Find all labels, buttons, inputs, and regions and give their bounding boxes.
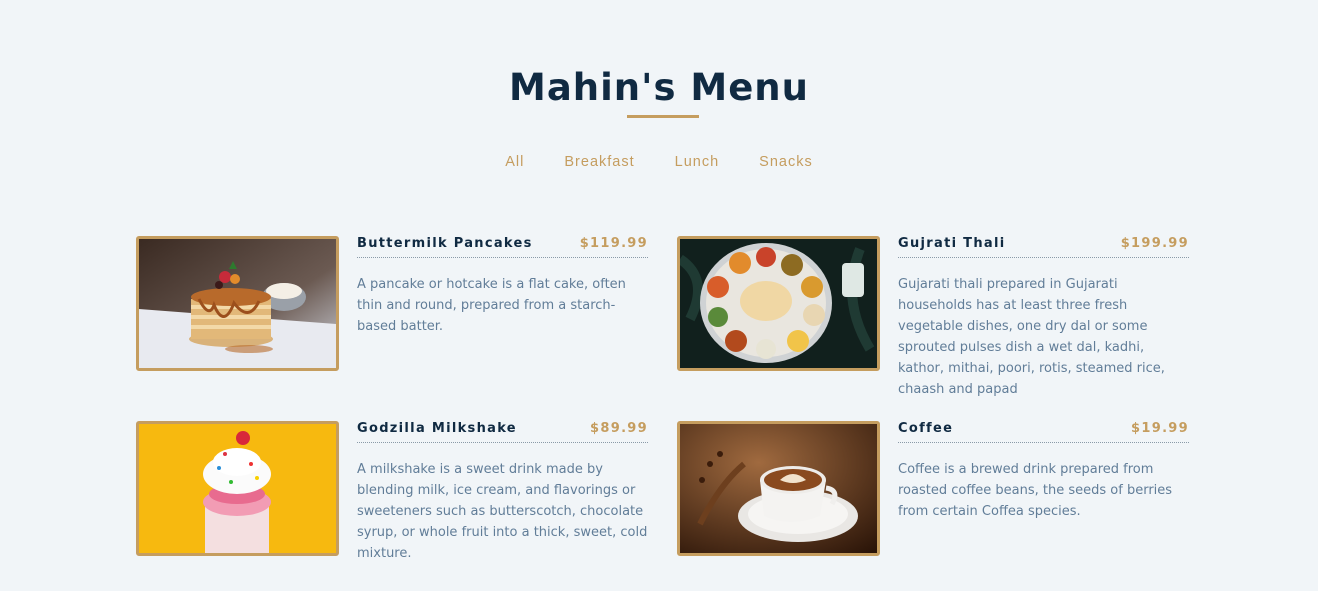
item-header: Gujrati Thali $199.99 [898,236,1189,258]
item-description: Gujarati thali prepared in Gujarati hous… [898,277,1165,397]
item-description: A pancake or hotcake is a flat cake, oft… [357,277,626,334]
pancakes-photo [136,236,339,371]
item-header: Godzilla Milkshake $89.99 [357,421,648,443]
item-price: $199.99 [1120,236,1189,251]
item-name: Godzilla Milkshake [357,421,517,436]
title-underline [627,115,699,118]
item-header: Coffee $19.99 [898,421,1189,443]
item-name: Gujrati Thali [898,236,1006,251]
item-price: $89.99 [590,421,648,436]
coffee-photo [677,421,880,556]
item-header: Buttermilk Pancakes $119.99 [357,236,648,258]
menu-item: Buttermilk Pancakes $119.99 A pancake or… [136,236,648,376]
filter-bar: All Breakfast Lunch Snacks [0,154,1318,170]
item-info: Gujrati Thali $199.99 Gujarati thali pre… [898,236,1189,400]
filter-lunch-button[interactable]: Lunch [655,154,740,170]
item-name: Buttermilk Pancakes [357,236,533,251]
filter-all-button[interactable]: All [485,154,544,170]
thali-photo [677,236,880,371]
item-description: A milkshake is a sweet drink made by ble… [357,462,648,561]
item-info: Coffee $19.99 Coffee is a brewed drink p… [898,421,1189,522]
page-title: Mahin's Menu [509,66,809,109]
item-description: Coffee is a brewed drink prepared from r… [898,462,1173,519]
item-price: $119.99 [579,236,648,251]
menu-item: Coffee $19.99 Coffee is a brewed drink p… [677,421,1189,561]
filter-snacks-button[interactable]: Snacks [739,154,833,170]
item-info: Godzilla Milkshake $89.99 A milkshake is… [357,421,648,564]
menu-page: Mahin's Menu All Breakfast Lunch Snacks [0,0,1318,591]
menu-item: Godzilla Milkshake $89.99 A milkshake is… [136,421,648,561]
item-info: Buttermilk Pancakes $119.99 A pancake or… [357,236,648,337]
item-name: Coffee [898,421,954,436]
filter-breakfast-button[interactable]: Breakfast [544,154,654,170]
menu-item: Gujrati Thali $199.99 Gujarati thali pre… [677,236,1189,397]
milkshake-photo [136,421,339,556]
item-price: $19.99 [1131,421,1189,436]
